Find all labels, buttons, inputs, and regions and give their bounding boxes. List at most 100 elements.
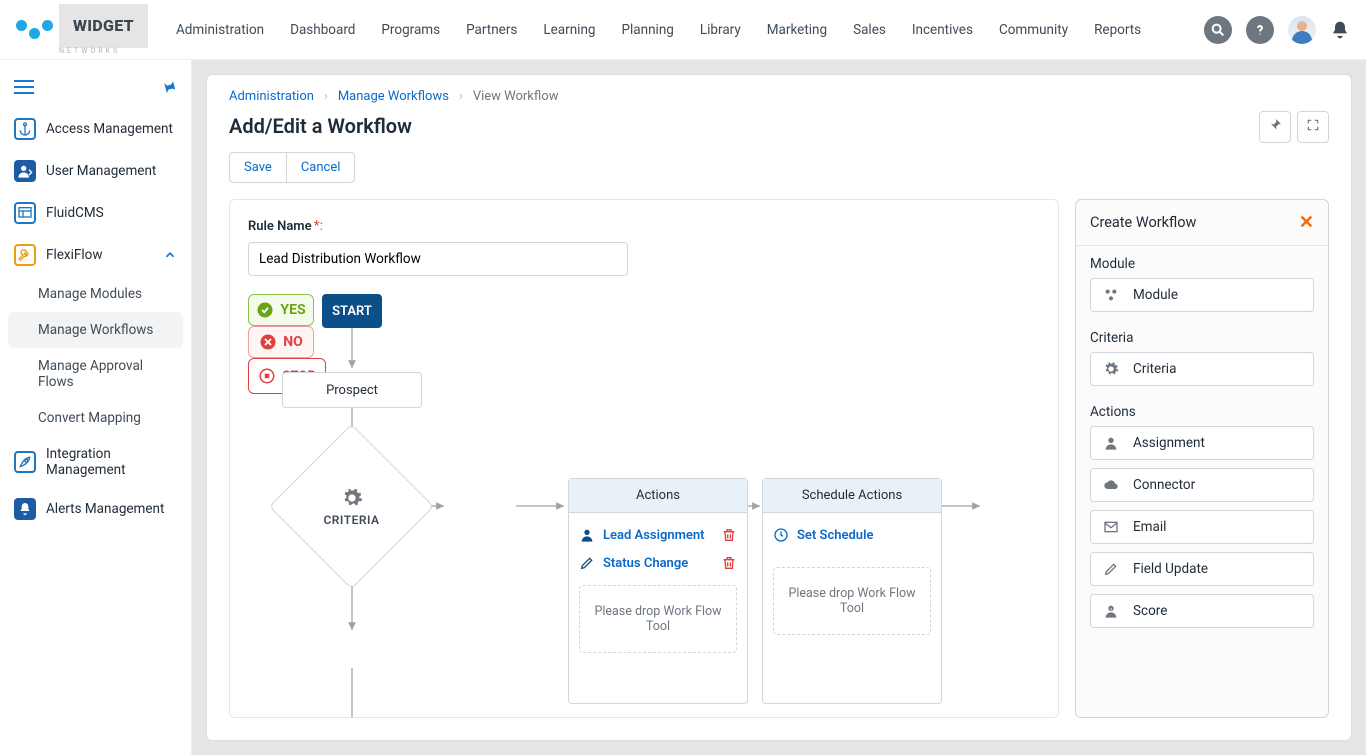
svg-text:9: 9 — [1110, 606, 1112, 611]
action-buttons: Save Cancel — [229, 152, 1329, 183]
topbar: WIDGET NETWORKS Administration Dashboard… — [0, 0, 1366, 60]
sidebar-item-label: User Management — [46, 163, 177, 179]
breadcrumb-administration[interactable]: Administration — [229, 89, 314, 104]
set-schedule-link[interactable]: Set Schedule — [773, 521, 931, 549]
wrench-icon — [14, 244, 36, 266]
breadcrumb-current: View Workflow — [473, 89, 559, 104]
nav-marketing[interactable]: Marketing — [767, 22, 827, 38]
node-no[interactable]: NO — [248, 326, 314, 358]
x-circle-icon — [259, 333, 277, 351]
node-module-label: Prospect — [326, 383, 378, 398]
nav-library[interactable]: Library — [700, 22, 741, 38]
breadcrumb-manage-workflows[interactable]: Manage Workflows — [338, 89, 449, 104]
action-item[interactable]: Lead Assignment — [579, 521, 737, 549]
sidebar-sub-manage-approval-flows[interactable]: Manage Approval Flows — [0, 348, 191, 400]
toolkit-section-actions-label: Actions — [1090, 404, 1314, 420]
node-yes[interactable]: YES — [248, 294, 314, 326]
pencil-icon — [1101, 561, 1121, 577]
action-item[interactable]: Status Change — [579, 549, 737, 577]
sidebar-item-access-management[interactable]: Access Management — [0, 108, 191, 150]
node-yes-label: YES — [280, 302, 305, 318]
sidebar: Access Management User Management FluidC… — [0, 60, 192, 755]
sidebar-item-flexiflow[interactable]: FlexiFlow — [0, 234, 191, 276]
nav-programs[interactable]: Programs — [381, 22, 440, 38]
node-criteria[interactable]: CRITERIA — [293, 448, 410, 565]
tool-score[interactable]: 9 Score — [1090, 594, 1314, 628]
breadcrumb: Administration › Manage Workflows › View… — [229, 89, 1329, 104]
trash-icon[interactable] — [721, 527, 737, 543]
sidebar-item-label: Alerts Management — [46, 501, 177, 517]
action-item-label: Lead Assignment — [603, 528, 705, 543]
set-schedule-label: Set Schedule — [797, 528, 873, 543]
node-start[interactable]: START — [322, 294, 382, 328]
nav-dashboard[interactable]: Dashboard — [290, 22, 355, 38]
search-icon[interactable] — [1204, 16, 1232, 44]
trash-icon[interactable] — [721, 555, 737, 571]
brand-logo[interactable]: WIDGET NETWORKS — [16, 4, 148, 55]
hamburger-icon[interactable] — [14, 79, 34, 95]
rule-name-input[interactable] — [248, 242, 628, 276]
score-icon: 9 — [1101, 603, 1121, 619]
bell-icon — [14, 498, 36, 520]
pin-page-button[interactable] — [1259, 111, 1291, 143]
gear-icon — [341, 487, 363, 509]
node-start-label: START — [332, 304, 372, 319]
save-button[interactable]: Save — [229, 152, 287, 183]
close-icon[interactable]: ✕ — [1299, 212, 1314, 233]
fullscreen-button[interactable] — [1297, 111, 1329, 143]
pencil-icon — [579, 555, 595, 571]
schedule-card[interactable]: Schedule Actions Set Schedule Please dro… — [762, 478, 942, 704]
user-icon — [14, 160, 36, 182]
page-title: Add/Edit a Workflow — [229, 114, 1329, 138]
tool-module[interactable]: Module — [1090, 278, 1314, 312]
main-area: Administration › Manage Workflows › View… — [192, 60, 1366, 755]
action-item-label: Status Change — [603, 556, 688, 571]
actions-card[interactable]: Actions Lead Assignment — [568, 478, 748, 704]
nav-incentives[interactable]: Incentives — [912, 22, 973, 38]
sidebar-sub-manage-modules[interactable]: Manage Modules — [0, 276, 191, 312]
sidebar-item-label: FluidCMS — [46, 205, 177, 221]
tool-field-update[interactable]: Field Update — [1090, 552, 1314, 586]
node-criteria-label: CRITERIA — [323, 513, 379, 527]
nav-sales[interactable]: Sales — [853, 22, 886, 38]
schedule-card-title: Schedule Actions — [763, 479, 941, 513]
nav-planning[interactable]: Planning — [622, 22, 674, 38]
help-icon[interactable] — [1246, 16, 1274, 44]
workflow-canvas[interactable]: Rule Name *: — [229, 199, 1059, 718]
nav-administration[interactable]: Administration — [176, 22, 264, 38]
cloud-icon — [1101, 477, 1121, 493]
anchor-icon — [14, 118, 36, 140]
sidebar-item-integration-management[interactable]: Integration Management — [0, 436, 191, 488]
schedule-drop-zone[interactable]: Please drop Work Flow Tool — [773, 567, 931, 635]
cms-icon — [14, 202, 36, 224]
nav-learning[interactable]: Learning — [543, 22, 595, 38]
brand-glyph-icon — [16, 20, 53, 39]
pin-icon[interactable] — [156, 75, 181, 100]
chevron-right-icon: › — [324, 89, 328, 104]
required-asterisk: *: — [314, 218, 323, 234]
user-avatar[interactable] — [1288, 16, 1316, 44]
gear-icon — [1101, 361, 1121, 377]
nav-reports[interactable]: Reports — [1094, 22, 1141, 38]
tool-criteria[interactable]: Criteria — [1090, 352, 1314, 386]
notifications-icon[interactable] — [1330, 20, 1350, 40]
rocket-icon — [14, 451, 36, 473]
mail-icon — [1101, 519, 1121, 535]
tool-email[interactable]: Email — [1090, 510, 1314, 544]
sidebar-item-user-management[interactable]: User Management — [0, 150, 191, 192]
nav-partners[interactable]: Partners — [466, 22, 517, 38]
cancel-button[interactable]: Cancel — [287, 152, 356, 183]
node-no-label: NO — [283, 334, 303, 350]
brand-subname: NETWORKS — [59, 48, 148, 55]
sidebar-item-fluidcms[interactable]: FluidCMS — [0, 192, 191, 234]
node-module[interactable]: Prospect — [282, 372, 422, 408]
nav-community[interactable]: Community — [999, 22, 1068, 38]
sidebar-item-alerts-management[interactable]: Alerts Management — [0, 488, 191, 530]
top-actions — [1204, 16, 1350, 44]
tool-connector[interactable]: Connector — [1090, 468, 1314, 502]
tool-assignment[interactable]: Assignment — [1090, 426, 1314, 460]
sidebar-sub-manage-workflows[interactable]: Manage Workflows — [8, 312, 183, 348]
actions-drop-zone[interactable]: Please drop Work Flow Tool — [579, 585, 737, 653]
toolkit-title: Create Workflow — [1090, 214, 1196, 231]
sidebar-sub-convert-mapping[interactable]: Convert Mapping — [0, 400, 191, 436]
